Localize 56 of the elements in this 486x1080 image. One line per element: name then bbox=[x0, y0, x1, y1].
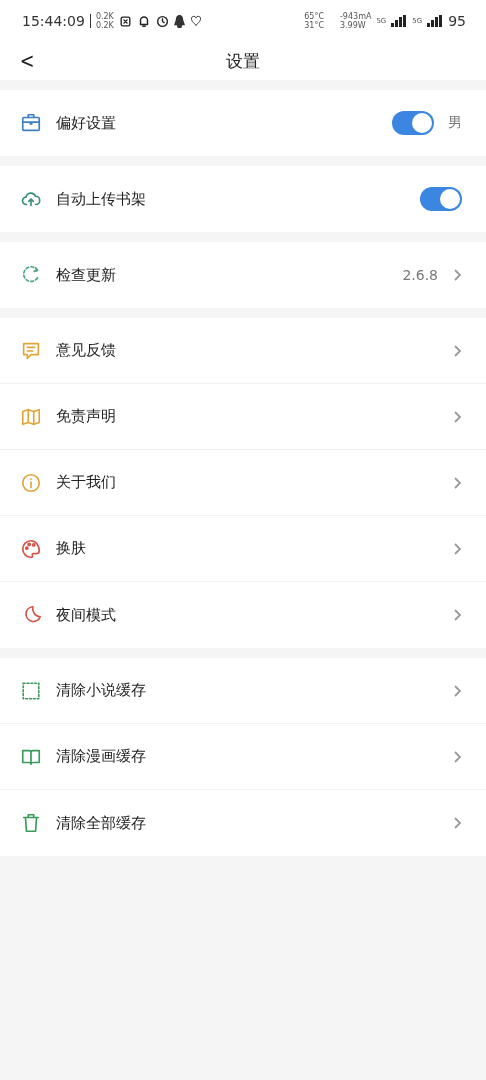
settings-row[interactable]: 清除全部缓存 bbox=[0, 790, 486, 856]
dashed-square-icon bbox=[20, 679, 42, 702]
heart-icon bbox=[189, 15, 202, 27]
settings-row[interactable]: 换肤 bbox=[0, 516, 486, 582]
setting-label: 免责声明 bbox=[56, 407, 117, 426]
settings-row[interactable]: 自动上传书架 bbox=[0, 166, 486, 232]
chevron-right-icon bbox=[452, 749, 462, 764]
toggle-switch[interactable] bbox=[392, 111, 434, 135]
settings-row[interactable]: 偏好设置 男 bbox=[0, 90, 486, 156]
settings-row[interactable]: 检查更新 2.6.8 bbox=[0, 242, 486, 308]
close-box-icon bbox=[118, 14, 132, 28]
current-reading: -943mA bbox=[339, 12, 372, 21]
penguin-icon bbox=[173, 14, 185, 28]
clock-time: 15:44:09 bbox=[22, 13, 85, 29]
chevron-right-icon bbox=[452, 816, 462, 830]
setting-value: 男 bbox=[448, 114, 462, 132]
palette-icon bbox=[20, 537, 42, 560]
chevron-right-icon bbox=[452, 409, 462, 424]
chevron-right-icon bbox=[452, 475, 462, 490]
settings-row[interactable]: 清除小说缓存 bbox=[0, 658, 486, 724]
setting-label: 清除小说缓存 bbox=[56, 681, 147, 700]
setting-label: 关于我们 bbox=[56, 473, 117, 492]
setting-value: 2.6.8 bbox=[402, 267, 438, 283]
power-reading: 3.99W bbox=[339, 21, 367, 30]
signal-icon bbox=[391, 15, 408, 27]
back-button[interactable]: < bbox=[13, 46, 41, 75]
chevron-right-icon bbox=[452, 343, 462, 358]
setting-label: 自动上传书架 bbox=[56, 189, 147, 209]
trash-icon bbox=[20, 812, 42, 834]
temperature-reading: 31°C bbox=[304, 21, 324, 30]
setting-label: 偏好设置 bbox=[56, 113, 117, 133]
signal-icon bbox=[427, 15, 444, 27]
settings-row[interactable]: 意见反馈 bbox=[0, 318, 486, 384]
setting-label: 意见反馈 bbox=[56, 341, 117, 360]
temperature-reading: 65°C bbox=[304, 12, 324, 21]
download-speed: 0.2K bbox=[95, 21, 114, 30]
info-icon bbox=[20, 471, 42, 494]
page-title: 设置 bbox=[226, 49, 260, 73]
settings-row[interactable]: 关于我们 bbox=[0, 450, 486, 516]
clock-icon bbox=[155, 14, 169, 28]
chevron-right-icon bbox=[452, 608, 462, 622]
upload-speed: 0.2K bbox=[95, 12, 114, 21]
chevron-right-icon bbox=[452, 541, 462, 556]
chevron-right-icon bbox=[452, 683, 462, 698]
chevron-right-icon bbox=[452, 268, 462, 282]
briefcase-icon bbox=[20, 112, 42, 134]
toggle-switch[interactable] bbox=[420, 187, 462, 211]
settings-row[interactable]: 清除漫画缓存 bbox=[0, 724, 486, 790]
settings-row[interactable]: 免责声明 bbox=[0, 384, 486, 450]
setting-label: 检查更新 bbox=[56, 265, 117, 285]
setting-label: 清除全部缓存 bbox=[56, 813, 147, 833]
setting-label: 夜间模式 bbox=[56, 605, 117, 625]
settings-row[interactable]: 夜间模式 bbox=[0, 582, 486, 648]
setting-label: 清除漫画缓存 bbox=[56, 747, 147, 766]
setting-label: 换肤 bbox=[56, 539, 87, 558]
battery-level: 95 bbox=[448, 13, 466, 29]
